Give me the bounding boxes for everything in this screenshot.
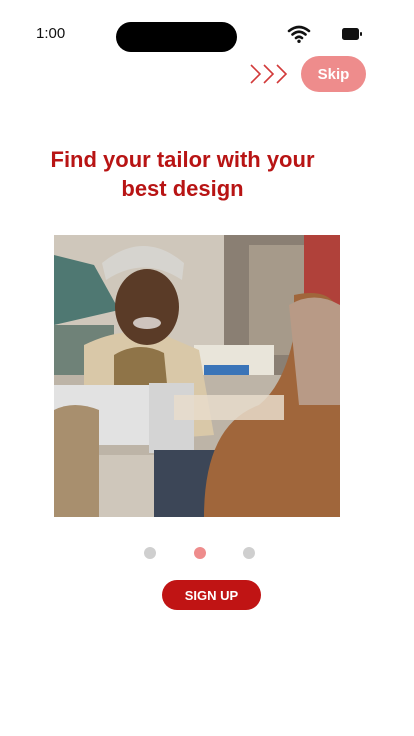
status-bar: 1:00 <box>0 0 414 60</box>
onboarding-image <box>54 235 340 517</box>
skip-button[interactable]: Skip <box>301 56 366 92</box>
chevrons-right-icon[interactable] <box>249 63 291 85</box>
wifi-icon <box>287 25 311 43</box>
dynamic-island <box>116 22 237 52</box>
pagination-dot[interactable] <box>144 547 156 559</box>
pagination-dots <box>0 547 414 559</box>
pagination-dot[interactable] <box>243 547 255 559</box>
sign-up-button[interactable]: SIGN UP <box>162 580 261 610</box>
battery-icon <box>342 28 362 40</box>
pagination-dot-active[interactable] <box>194 547 206 559</box>
onboarding-headline: Find your tailor with your best design <box>50 147 315 201</box>
status-time: 1:00 <box>36 25 66 42</box>
